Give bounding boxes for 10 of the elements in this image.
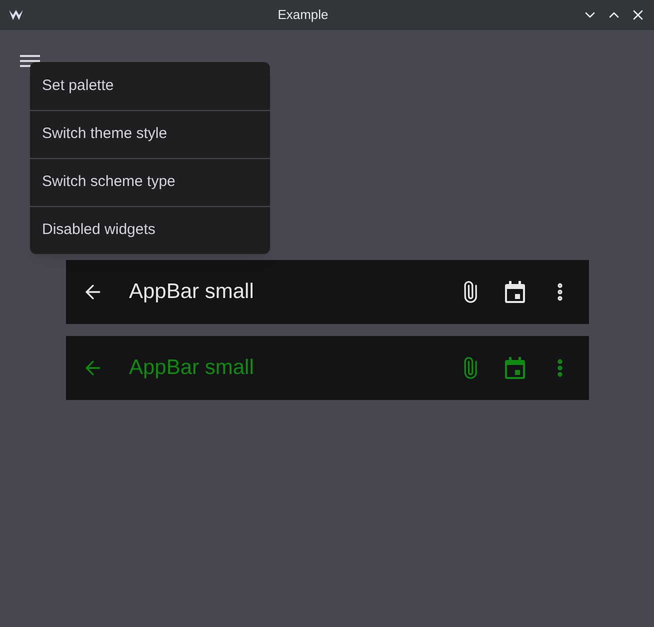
- menu-item[interactable]: Switch theme style: [30, 110, 270, 158]
- app-bar-title: AppBar small: [129, 355, 255, 382]
- menu-icon[interactable]: [20, 55, 40, 69]
- menu-item[interactable]: Switch scheme type: [30, 158, 270, 206]
- app-bar-title: AppBar small: [129, 279, 255, 306]
- app-logo-icon: [8, 8, 24, 22]
- calendar-icon[interactable]: [505, 281, 525, 303]
- window-title: Example: [276, 6, 330, 24]
- menu-item[interactable]: Set palette: [30, 62, 270, 110]
- menu-item[interactable]: Disabled widgets: [30, 206, 270, 254]
